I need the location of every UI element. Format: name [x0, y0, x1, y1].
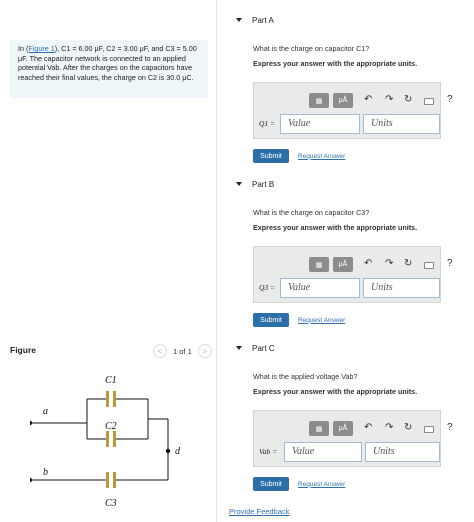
capacitor-c1 [106, 391, 116, 407]
prev-figure-button[interactable]: < [153, 344, 167, 358]
label-c3: C3 [105, 498, 117, 509]
reset-icon[interactable]: ↻ [404, 94, 412, 105]
help-icon[interactable]: ? [447, 258, 453, 269]
units-icon[interactable]: μÅ [333, 257, 353, 272]
capacitor-c2 [106, 431, 116, 447]
part-c-units-input[interactable]: Units [365, 442, 440, 462]
node-b [30, 477, 33, 483]
template-icon[interactable]: ▦ [309, 421, 329, 436]
part-c-answer-panel: ▦ μÅ ↶ ↷ ↻ ? Vab = Value Units [253, 410, 453, 467]
label-c1: C1 [105, 375, 117, 386]
part-b-answer-label: Q3 = [259, 283, 276, 292]
help-icon[interactable]: ? [447, 94, 453, 105]
undo-icon[interactable]: ↶ [364, 258, 372, 269]
part-c-submit-button[interactable]: Submit [253, 477, 289, 491]
undo-icon[interactable]: ↶ [364, 94, 372, 105]
capacitor-circuit-diagram: a b d C1 C2 C3 [30, 375, 181, 509]
figure-header: Figure < 1 of 1 > [10, 343, 215, 359]
keyboard-icon[interactable] [424, 426, 434, 433]
part-b-header[interactable]: Part B [229, 176, 474, 192]
label-a: a [43, 406, 48, 417]
part-c-instruction: Express your answer with the appropriate… [253, 387, 418, 396]
label-d: d [175, 446, 181, 457]
column-divider [216, 0, 217, 522]
part-c-request-answer-link[interactable]: Request Answer [298, 481, 345, 488]
figure-link[interactable]: Figure 1 [28, 44, 54, 53]
part-a-submit-button[interactable]: Submit [253, 149, 289, 163]
figure-title: Figure [10, 345, 36, 355]
node-d [165, 448, 171, 454]
part-c-title: Part C [252, 343, 275, 353]
part-c-value-input[interactable]: Value [284, 442, 362, 462]
circuit-wires [30, 398, 169, 481]
help-icon[interactable]: ? [447, 422, 453, 433]
node-a [30, 420, 33, 426]
undo-icon[interactable]: ↶ [364, 422, 372, 433]
part-a: Part A What is the charge on capacitor C… [229, 12, 474, 163]
part-a-instruction: Express your answer with the appropriate… [253, 59, 418, 68]
problem-statement: In (Figure 1), C1 = 6.00 μF, C2 = 3.00 μ… [10, 40, 208, 98]
part-c: Part C What is the applied voltage Vab? … [229, 340, 474, 491]
units-icon[interactable]: μÅ [333, 93, 353, 108]
part-b-instruction: Express your answer with the appropriate… [253, 223, 418, 232]
units-icon[interactable]: μÅ [333, 421, 353, 436]
reset-icon[interactable]: ↻ [404, 422, 412, 433]
template-icon[interactable]: ▦ [309, 257, 329, 272]
part-b-question: What is the charge on capacitor C3? [253, 208, 370, 217]
keyboard-icon[interactable] [424, 98, 434, 105]
part-b: Part B What is the charge on capacitor C… [229, 176, 474, 327]
provide-feedback-link[interactable]: Provide Feedback [229, 507, 289, 516]
part-a-request-answer-link[interactable]: Request Answer [298, 153, 345, 160]
redo-icon[interactable]: ↷ [385, 422, 393, 433]
next-figure-button[interactable]: > [197, 344, 212, 358]
collapse-caret-icon[interactable] [236, 346, 242, 350]
redo-icon[interactable]: ↷ [385, 258, 393, 269]
part-a-title: Part A [252, 15, 274, 25]
figure-page-indicator: 1 of 1 [173, 346, 192, 356]
part-a-answer-label: Q1 = [259, 119, 276, 128]
capacitor-c3 [106, 472, 116, 488]
keyboard-icon[interactable] [424, 262, 434, 269]
problem-text-start: In ( [18, 44, 29, 53]
part-a-value-input[interactable]: Value [280, 114, 360, 134]
part-b-answer-panel: ▦ μÅ ↶ ↷ ↻ ? Q3 = Value Units [253, 246, 453, 303]
part-b-value-input[interactable]: Value [280, 278, 360, 298]
part-b-title: Part B [252, 179, 275, 189]
collapse-caret-icon[interactable] [236, 18, 242, 22]
part-a-units-input[interactable]: Units [363, 114, 440, 134]
template-icon[interactable]: ▦ [309, 93, 329, 108]
label-c2: C2 [105, 421, 117, 432]
reset-icon[interactable]: ↻ [404, 258, 412, 269]
part-a-answer-panel: ▦ μÅ ↶ ↷ ↻ ? Q1 = Value Units [253, 82, 453, 139]
part-a-question: What is the charge on capacitor C1? [253, 44, 370, 53]
part-b-submit-button[interactable]: Submit [253, 313, 289, 327]
label-b: b [43, 467, 48, 478]
redo-icon[interactable]: ↷ [385, 94, 393, 105]
part-b-request-answer-link[interactable]: Request Answer [298, 317, 345, 324]
part-c-question: What is the applied voltage Vab? [253, 372, 358, 381]
part-b-units-input[interactable]: Units [363, 278, 440, 298]
part-c-header[interactable]: Part C [229, 340, 474, 356]
figure-pager: < 1 of 1 > [153, 343, 212, 359]
part-a-header[interactable]: Part A [229, 12, 474, 28]
collapse-caret-icon[interactable] [236, 182, 242, 186]
part-c-answer-label: Vab = [259, 447, 278, 456]
